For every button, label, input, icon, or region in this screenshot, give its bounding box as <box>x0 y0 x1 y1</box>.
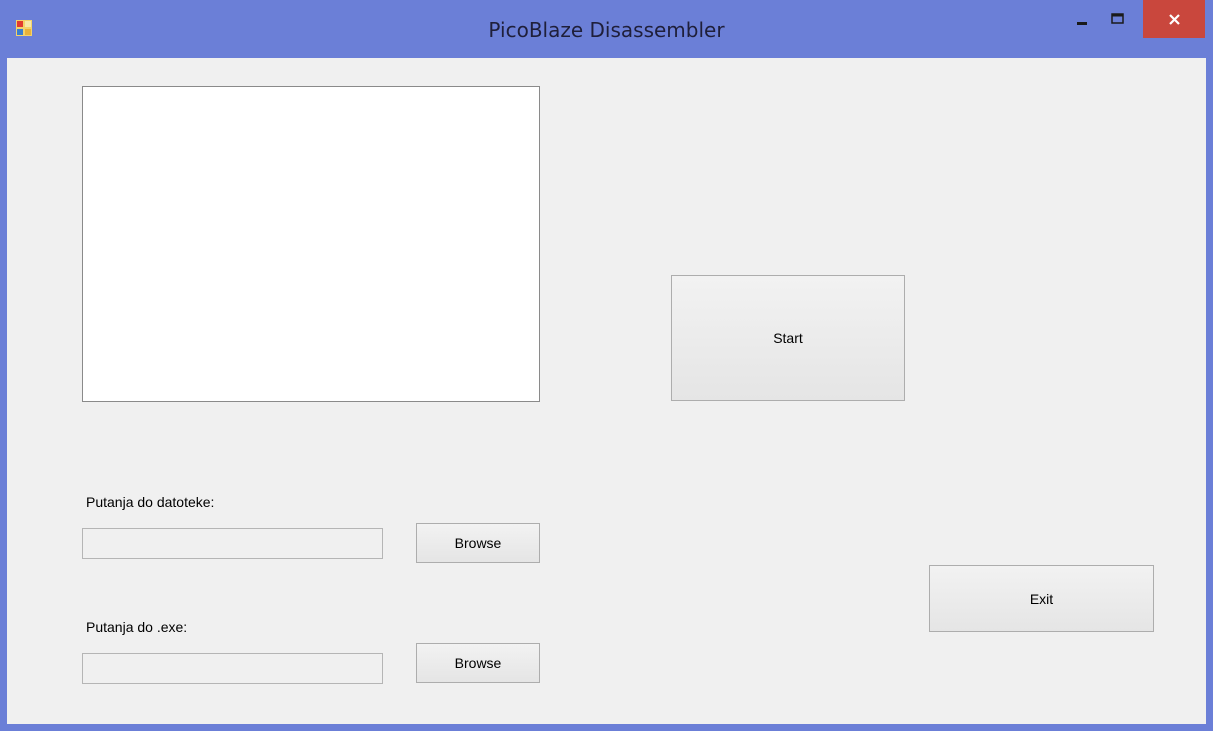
exit-button[interactable]: Exit <box>929 565 1154 632</box>
exe-path-input[interactable] <box>82 653 383 684</box>
minimize-icon <box>1077 22 1087 25</box>
browse-file-button[interactable]: Browse <box>416 523 540 563</box>
output-listbox[interactable] <box>82 86 540 402</box>
file-path-label: Putanja do datoteke: <box>86 494 215 510</box>
exe-path-label: Putanja do .exe: <box>86 619 188 635</box>
close-icon <box>1169 14 1180 25</box>
maximize-button[interactable] <box>1100 0 1134 38</box>
window-title: PicoBlaze Disassembler <box>488 18 725 42</box>
client-area: Start Putanja do datoteke: Browse Putanj… <box>7 58 1206 724</box>
close-button[interactable] <box>1143 0 1205 38</box>
browse-exe-button[interactable]: Browse <box>416 643 540 683</box>
title-bar[interactable]: PicoBlaze Disassembler <box>0 0 1213 58</box>
main-window: PicoBlaze Disassembler Start Putanja do … <box>0 0 1213 731</box>
file-path-input[interactable] <box>82 528 383 559</box>
maximize-icon <box>1111 13 1124 24</box>
start-button[interactable]: Start <box>671 275 905 401</box>
minimize-button[interactable] <box>1066 0 1100 38</box>
